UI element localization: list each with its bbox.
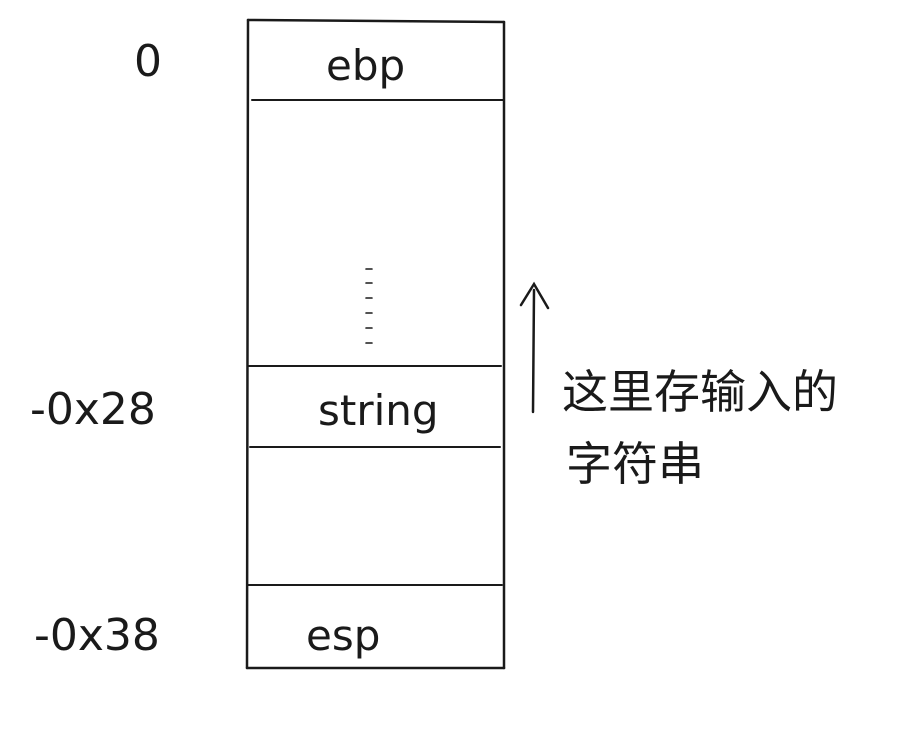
ellipsis-dashes <box>365 268 373 344</box>
string-label: string <box>318 386 439 435</box>
stack-frame-diagram: ebp string esp 0 -0x28 -0x38 这里存输入的 字符串 <box>30 18 838 670</box>
ebp-label: ebp <box>326 41 405 90</box>
stack-top-border <box>246 18 506 24</box>
stack-left-border <box>245 18 250 670</box>
annotation-line-2: 字符串 <box>566 437 704 491</box>
offset-0x28-label: -0x28 <box>30 384 156 435</box>
up-arrow-icon <box>519 281 550 414</box>
esp-label: esp <box>306 611 380 660</box>
annotation-line-1: 这里存输入的 <box>562 365 838 419</box>
offset-zero-label: 0 <box>134 36 162 87</box>
stack-frame-outline <box>245 18 506 670</box>
offset-0x38-label: -0x38 <box>34 610 160 661</box>
